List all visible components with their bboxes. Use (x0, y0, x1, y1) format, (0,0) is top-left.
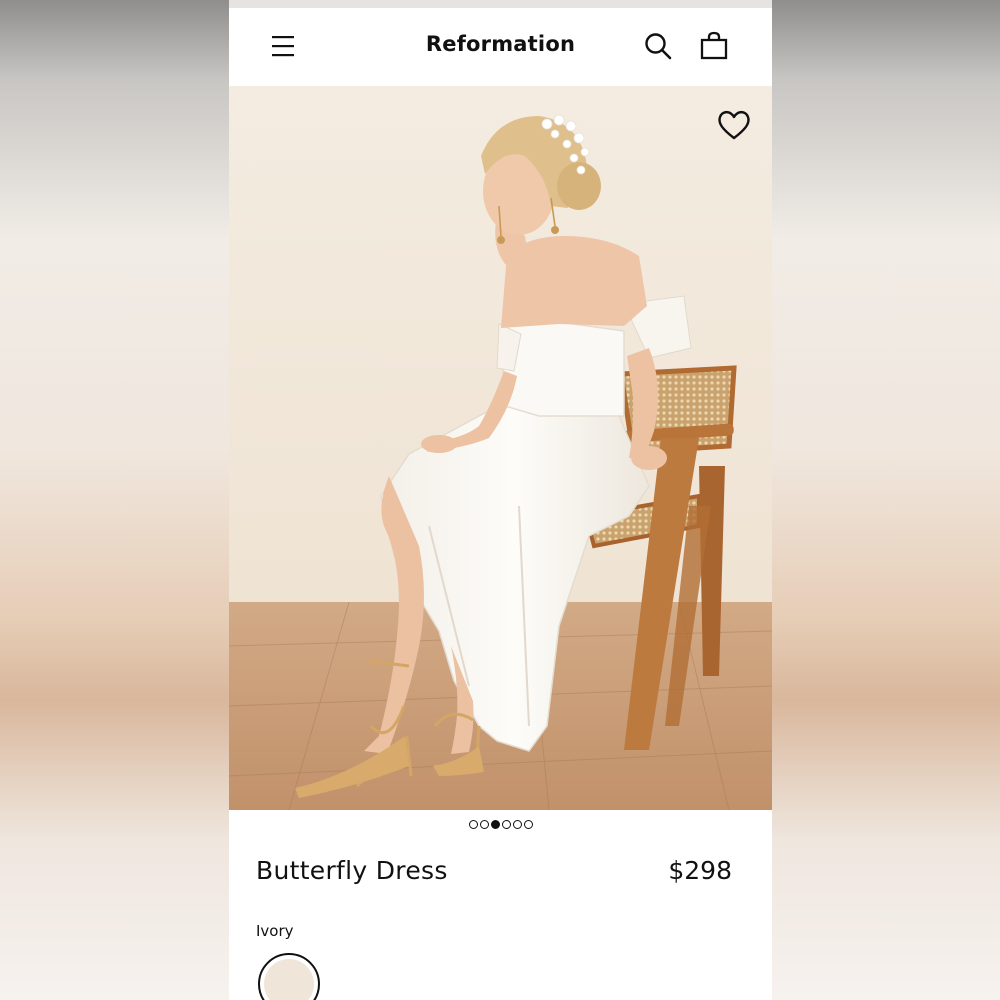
color-label: Ivory (256, 922, 294, 940)
carousel-dot[interactable] (479, 820, 489, 829)
carousel-dot[interactable] (490, 820, 500, 829)
search-icon[interactable] (643, 31, 673, 61)
heart-icon[interactable] (716, 108, 752, 142)
swatch-fill (264, 959, 314, 1000)
site-header: Reformation (229, 8, 772, 86)
carousel-dot[interactable] (501, 820, 511, 829)
shopping-bag-icon[interactable] (699, 31, 729, 61)
product-name: Butterfly Dress (256, 856, 448, 885)
carousel-dot[interactable] (523, 820, 533, 829)
brand-logo[interactable]: Reformation (229, 32, 772, 56)
carousel-dot[interactable] (468, 820, 478, 829)
product-price: $298 (668, 856, 732, 885)
carousel-dot[interactable] (512, 820, 522, 829)
status-bar (229, 0, 772, 8)
mobile-screen: Reformation Butterfly Dress $298 Ivory (229, 0, 772, 1000)
color-swatch-ivory[interactable] (258, 953, 320, 1000)
carousel-indicator (229, 820, 772, 834)
product-image[interactable] (229, 86, 772, 810)
